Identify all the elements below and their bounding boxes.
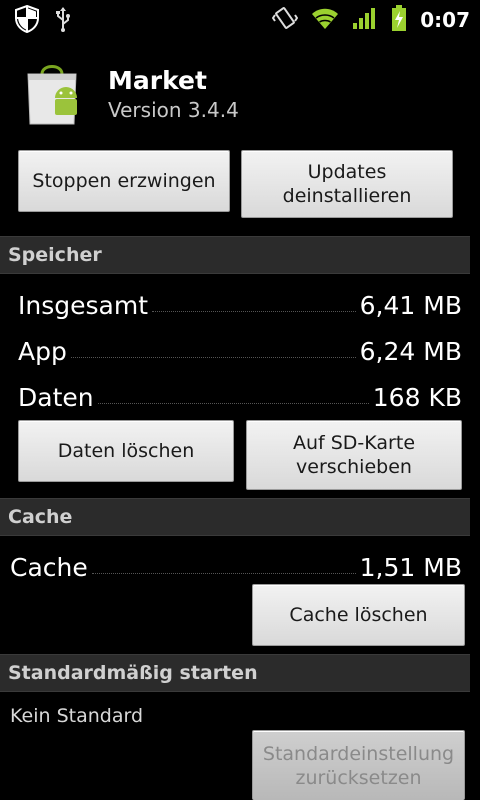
clear-data-button[interactable]: Daten löschen <box>18 420 234 482</box>
storage-row-value: 6,24 MB <box>359 337 462 366</box>
force-stop-button[interactable]: Stoppen erzwingen <box>18 150 230 212</box>
section-header-launch-default: Standardmäßig starten <box>0 654 470 692</box>
clear-defaults-button[interactable]: Standardeinstellung zurücksetzen <box>252 730 465 800</box>
section-header-storage: Speicher <box>0 236 470 274</box>
storage-row-total: Insgesamt 6,41 MB <box>18 284 462 320</box>
move-to-sd-button[interactable]: Auf SD-Karte verschieben <box>246 420 462 490</box>
force-stop-label: Stoppen erzwingen <box>32 170 216 192</box>
dotted-leader <box>91 573 356 574</box>
storage-row-app: App 6,24 MB <box>18 330 462 366</box>
section-header-cache: Cache <box>0 498 470 536</box>
clear-defaults-label-2: zurücksetzen <box>295 766 422 789</box>
dotted-leader <box>97 403 369 404</box>
usb-icon <box>54 6 72 36</box>
storage-row-value: 168 KB <box>372 383 462 412</box>
app-header: Market Version 3.4.4 <box>0 56 480 136</box>
clear-data-label: Daten löschen <box>57 440 195 462</box>
clear-cache-button[interactable]: Cache löschen <box>252 584 465 646</box>
vibrate-icon <box>272 5 299 35</box>
status-bar: 0:07 <box>0 0 480 38</box>
cache-row: Cache 1,51 MB <box>10 546 462 582</box>
app-version: Version 3.4.4 <box>108 98 239 122</box>
uninstall-updates-label-1: Updates <box>307 161 387 183</box>
storage-row-label: App <box>18 337 67 366</box>
storage-row-data: Daten 168 KB <box>18 376 462 412</box>
uninstall-updates-button[interactable]: Updates deinstallieren <box>241 150 453 218</box>
move-to-sd-label-2: verschieben <box>296 456 412 478</box>
uninstall-updates-label-2: deinstallieren <box>282 185 412 207</box>
cache-row-label: Cache <box>10 553 88 582</box>
move-to-sd-label-1: Auf SD-Karte <box>292 432 416 454</box>
app-name: Market <box>108 66 207 95</box>
battery-charging-icon <box>390 4 408 36</box>
cache-row-value: 1,51 MB <box>359 553 462 582</box>
shield-icon <box>14 4 40 37</box>
no-default-text: Kein Standard <box>10 705 143 727</box>
storage-row-label: Daten <box>18 383 94 412</box>
signal-icon <box>352 5 378 35</box>
clear-defaults-label-1: Standardeinstellung <box>262 742 455 765</box>
dotted-leader <box>70 357 356 358</box>
wifi-icon <box>310 5 340 35</box>
storage-row-label: Insgesamt <box>18 291 148 320</box>
clock: 0:07 <box>420 8 470 32</box>
market-bag-icon <box>22 60 82 126</box>
storage-row-value: 6,41 MB <box>359 291 462 320</box>
clear-cache-label: Cache löschen <box>289 604 428 626</box>
dotted-leader <box>152 311 356 312</box>
